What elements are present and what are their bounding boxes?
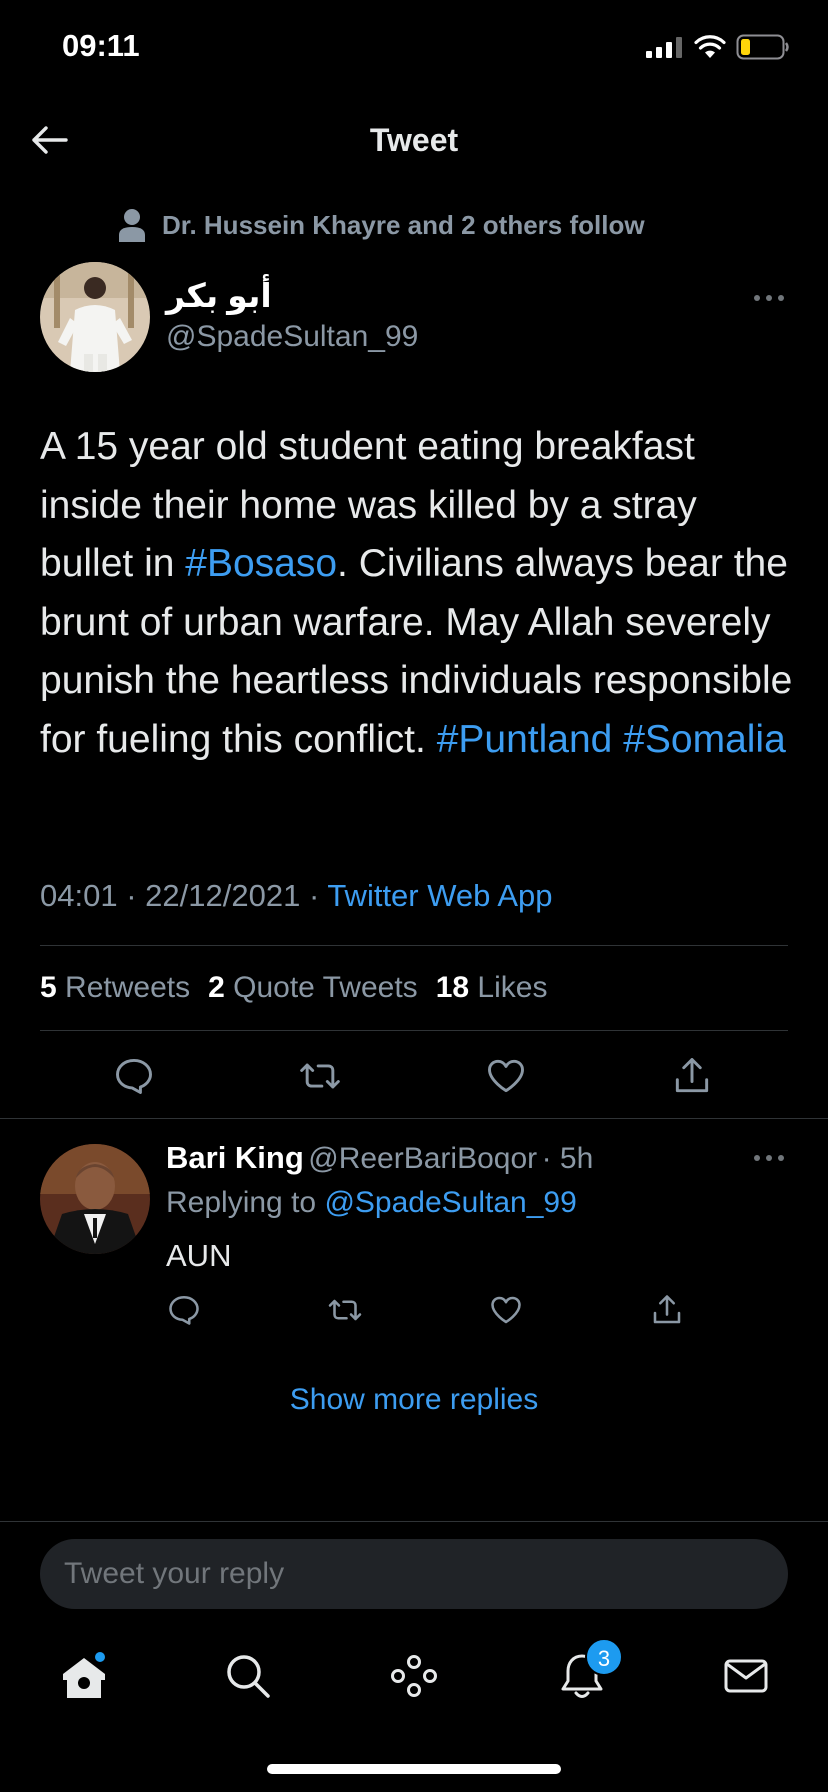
spaces-icon	[391, 1655, 437, 1697]
hashtag-link[interactable]: #Puntland	[437, 718, 613, 761]
home-icon	[63, 1652, 105, 1698]
battery-icon	[736, 34, 789, 60]
divider	[0, 1521, 828, 1522]
tweet-date: 22/12/2021	[145, 878, 301, 913]
reply-text: AUN	[166, 1238, 232, 1273]
tab-messages[interactable]	[720, 1650, 772, 1702]
status-icons	[646, 34, 790, 60]
tweet-text-segment	[612, 718, 623, 761]
social-context[interactable]: Dr. Hussein Khayre and 2 others follow	[118, 208, 645, 242]
home-indicator	[267, 1764, 561, 1774]
meta-separator: ·	[126, 878, 137, 913]
reply-header: Bari King @ReerBariBoqor · 5h	[166, 1140, 593, 1176]
mail-icon	[724, 1659, 768, 1693]
person-icon	[119, 209, 145, 242]
reply-reply-button[interactable]	[166, 1292, 202, 1328]
status-time: 09:11	[62, 28, 140, 63]
heart-icon	[488, 1059, 524, 1093]
retweet-button[interactable]	[298, 1054, 342, 1098]
likes-label: Likes	[477, 971, 548, 1004]
wifi-icon	[694, 35, 726, 58]
hashtag-link[interactable]: #Bosaso	[185, 542, 337, 585]
replying-to: Replying to @SpadeSultan_99	[166, 1186, 577, 1220]
retweets-label: Retweets	[65, 971, 191, 1004]
more-horizontal-icon	[754, 1155, 784, 1161]
share-icon	[675, 1058, 709, 1093]
search-icon	[227, 1655, 270, 1698]
meta-separator: ·	[308, 878, 320, 913]
retweets-stat[interactable]: 5 Retweets	[40, 971, 190, 1005]
avatar-image	[40, 1144, 150, 1254]
like-button[interactable]	[484, 1054, 528, 1098]
cellular-signal-icon	[646, 37, 682, 58]
share-button[interactable]	[670, 1054, 714, 1098]
author-avatar[interactable]	[40, 262, 150, 372]
quotes-label: Quote Tweets	[233, 971, 418, 1004]
tab-home[interactable]	[58, 1650, 110, 1702]
replying-to-label: Replying to	[166, 1186, 317, 1219]
retweets-count: 5	[40, 971, 57, 1004]
tab-search[interactable]	[222, 1650, 274, 1702]
comment-icon	[116, 1058, 152, 1094]
author-handle[interactable]: @SpadeSultan_99	[166, 320, 418, 354]
social-context-text: Dr. Hussein Khayre and 2 others follow	[162, 209, 645, 240]
author-name[interactable]: أبو بكر	[166, 276, 272, 315]
tweet-text: A 15 year old student eating breakfast i…	[40, 418, 800, 769]
hashtag-link[interactable]: #Somalia	[623, 718, 786, 761]
replying-to-handle-link[interactable]: @SpadeSultan_99	[324, 1186, 576, 1219]
tweet-time: 04:01	[40, 878, 118, 913]
divider	[0, 1118, 828, 1119]
reply-input[interactable]: Tweet your reply	[40, 1539, 788, 1609]
tweet-stats: 5 Retweets 2 Quote Tweets 18 Likes	[40, 971, 547, 1005]
reply-button[interactable]	[112, 1054, 156, 1098]
divider	[40, 1030, 788, 1031]
reply-more-options-button[interactable]	[752, 1142, 786, 1174]
reply-age: · 5h	[541, 1142, 594, 1175]
reply-share-button[interactable]	[649, 1292, 685, 1328]
retweet-icon	[300, 1063, 340, 1089]
more-horizontal-icon	[754, 295, 784, 301]
tweet-meta: 04:01 · 22/12/2021 · Twitter Web App	[40, 878, 552, 914]
divider	[40, 945, 788, 946]
show-more-replies-link[interactable]: Show more replies	[0, 1383, 828, 1417]
likes-stat[interactable]: 18 Likes	[436, 971, 548, 1005]
reply-author-handle[interactable]: @ReerBariBoqor	[308, 1142, 537, 1175]
reply-like-button[interactable]	[488, 1292, 524, 1328]
reply-retweet-button[interactable]	[327, 1292, 363, 1328]
heart-icon	[491, 1296, 521, 1324]
quote-tweets-stat[interactable]: 2 Quote Tweets	[208, 971, 418, 1005]
reply-author-name[interactable]: Bari King	[166, 1140, 304, 1175]
page-title: Tweet	[369, 122, 459, 158]
tab-spaces[interactable]	[388, 1650, 440, 1702]
retweet-icon	[328, 1299, 362, 1321]
share-icon	[653, 1295, 681, 1324]
likes-count: 18	[435, 971, 470, 1004]
more-options-button[interactable]	[752, 282, 786, 314]
reply-avatar[interactable]	[40, 1144, 150, 1254]
quotes-count: 2	[208, 971, 225, 1004]
comment-icon	[169, 1295, 199, 1325]
tweet-source-link[interactable]: Twitter Web App	[327, 878, 552, 913]
avatar-image	[40, 262, 150, 372]
notifications-badge: 3	[585, 1638, 623, 1676]
